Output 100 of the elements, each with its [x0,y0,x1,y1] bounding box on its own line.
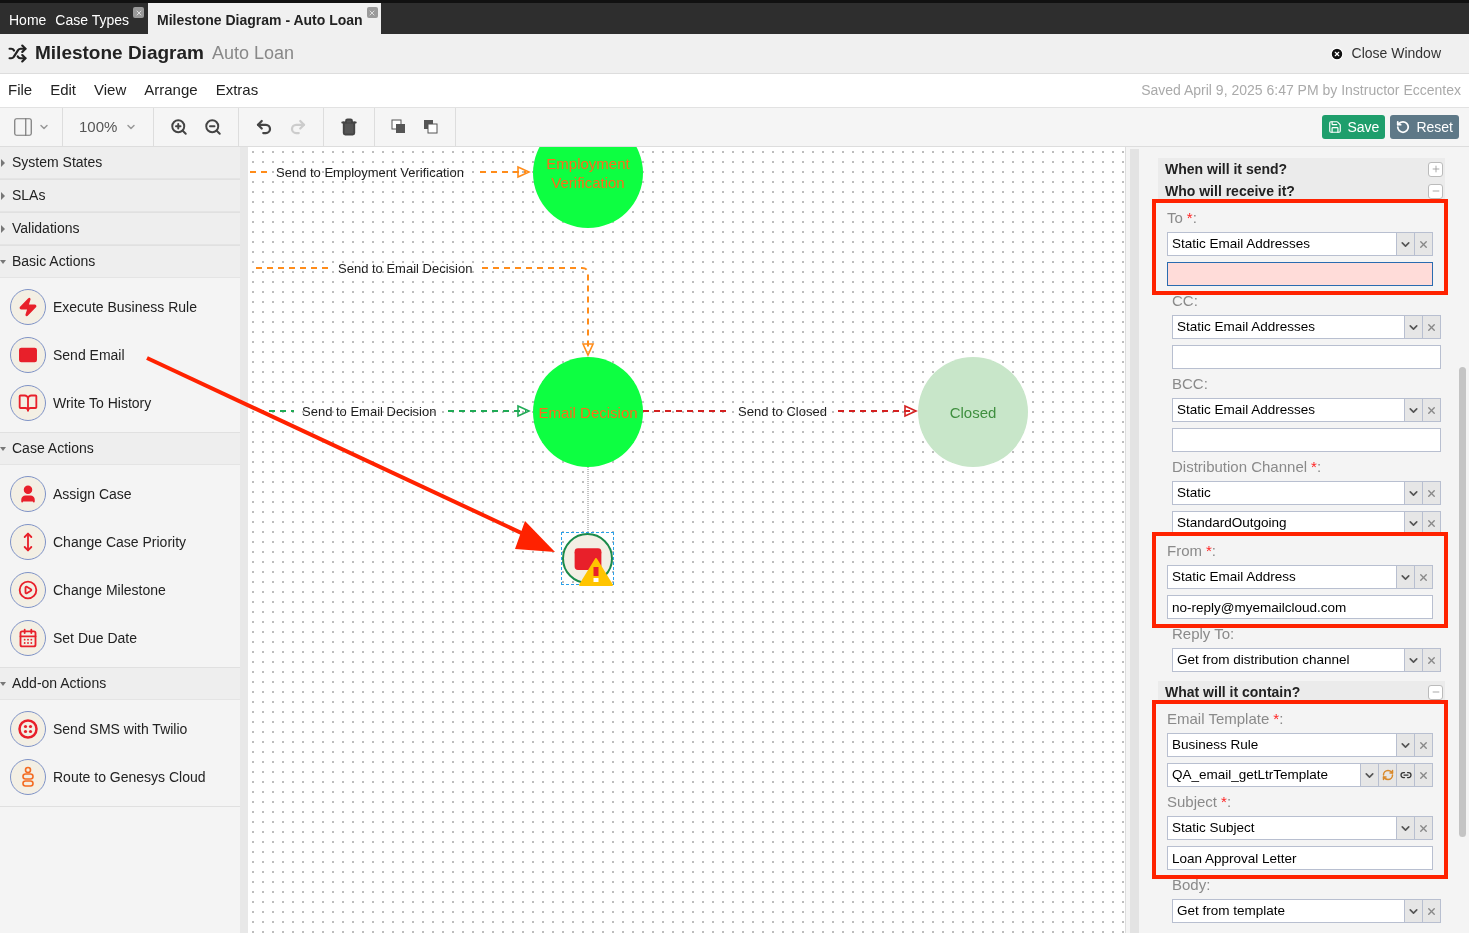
edge-label: Send to Email Decision [301,403,438,419]
email-action-node[interactable] [561,532,614,585]
sidebar-section-header[interactable]: System States [0,147,240,179]
action-item[interactable]: Send SMS with Twilio [10,711,240,747]
link-icon[interactable] [1396,764,1414,786]
dropdown-field[interactable]: StandardOutgoing [1172,511,1441,535]
text-field[interactable]: Loan Approval Letter [1167,846,1433,870]
connector-arrow[interactable] [479,165,531,179]
action-item[interactable]: Route to Genesys Cloud [10,759,240,795]
connector-arrow[interactable] [837,404,918,418]
menu-item[interactable]: Extras [215,79,259,102]
field-label: Reply To: [1172,625,1236,642]
tab[interactable]: Home [4,3,50,34]
caret-icon [0,224,6,233]
action-item[interactable]: Assign Case [10,476,240,512]
menu-item[interactable]: View [94,79,127,102]
dropdown-field[interactable]: QA_email_getLtrTemplate [1167,763,1433,787]
zoom-in-icon[interactable] [170,118,189,136]
clear-icon[interactable] [1414,734,1432,756]
chevron-icon[interactable] [1404,900,1422,922]
action-item[interactable]: Change Milestone [10,572,240,608]
sidebar-section-header[interactable]: Case Actions [0,433,240,465]
expand-icon[interactable] [1428,161,1443,177]
caret-icon [0,679,6,688]
dropdown-field[interactable]: Static Subject [1167,816,1433,840]
text-field[interactable]: no-reply@myemailcloud.com [1167,595,1433,619]
zoom-dropdown[interactable]: 100% [63,108,155,146]
send-to-back-icon[interactable] [423,119,440,135]
edge-label: Send to Email Decision [337,260,474,276]
caret-icon [0,257,6,266]
genesys-icon [10,759,46,795]
save-icon [1327,120,1342,134]
chevron-icon[interactable] [1404,512,1422,534]
dropdown-field[interactable]: Static Email Address [1167,565,1433,589]
clear-icon[interactable] [1414,817,1432,839]
menu-item[interactable]: Edit [50,79,77,102]
action-item[interactable]: Write To History [10,385,240,421]
person-icon [10,476,46,512]
play-icon [10,572,46,608]
chevron-icon[interactable] [1404,649,1422,671]
chevron-icon[interactable] [1396,566,1414,588]
sidebar-section-header[interactable]: Validations [0,213,240,245]
section-header[interactable]: Who will receive it? [1158,180,1445,202]
clear-icon[interactable] [1422,512,1440,534]
dropdown-field[interactable]: Static Email Addresses [1167,232,1433,256]
close-icon[interactable] [133,7,145,18]
section-header[interactable]: When will it send? [1158,158,1445,180]
clear-icon[interactable] [1422,399,1440,421]
collapse-icon[interactable] [1428,183,1443,199]
text-field[interactable] [1172,428,1441,452]
chevron-icon[interactable] [1404,399,1422,421]
sidebar-section-header[interactable]: Basic Actions [0,246,240,278]
scrollbar[interactable] [1459,367,1466,837]
panel-layout-icon[interactable] [12,116,34,138]
dropdown-field[interactable]: Business Rule [1167,733,1433,757]
chevron-icon[interactable] [1404,482,1422,504]
action-item[interactable]: Set Due Date [10,620,240,656]
dropdown-field[interactable]: Get from template [1172,899,1441,923]
chevron-icon[interactable] [1396,817,1414,839]
tab[interactable]: Case Types [50,3,148,34]
connector-arrow[interactable] [481,267,595,357]
action-item[interactable]: Send Email [10,337,240,373]
close-window-button[interactable]: Close Window [1329,43,1441,64]
clear-icon[interactable] [1422,900,1440,922]
chevron-icon[interactable] [1404,316,1422,338]
chevron-icon[interactable] [1396,734,1414,756]
clear-icon[interactable] [1422,482,1440,504]
dropdown-field[interactable]: Static Email Addresses [1172,398,1441,422]
sidebar-section-header[interactable]: SLAs [0,180,240,212]
tab[interactable]: Milestone Diagram - Auto Loan [148,3,381,34]
caret-icon [0,444,6,453]
delete-icon[interactable] [340,118,359,136]
dropdown-field[interactable]: Get from distribution channel [1172,648,1441,672]
chevron-icon[interactable] [1360,764,1378,786]
connector-arrow[interactable] [447,404,531,418]
zoom-out-icon[interactable] [204,118,223,136]
action-item[interactable]: Change Case Priority [10,524,240,560]
window-subtitle: Auto Loan [211,42,294,65]
section-header[interactable]: What will it contain? [1158,681,1445,703]
text-field[interactable] [1172,345,1441,369]
dropdown-field[interactable]: Static [1172,481,1441,505]
clear-icon[interactable] [1414,233,1432,255]
undo-icon[interactable] [255,118,274,136]
reset-button[interactable]: Reset [1390,115,1459,139]
collapse-icon[interactable] [1428,684,1443,700]
reset-icon [1396,120,1411,134]
connector-line[interactable] [249,171,269,173]
menu-item[interactable]: Arrange [144,79,198,102]
dropdown-field[interactable]: Static Email Addresses [1172,315,1441,339]
text-field[interactable] [1167,262,1433,286]
clear-icon[interactable] [1422,649,1440,671]
dropdown-value: StandardOutgoing [1176,514,1288,532]
bring-to-front-icon[interactable] [391,119,408,135]
clear-icon[interactable] [1414,566,1432,588]
chevron-icon[interactable] [1396,233,1414,255]
action-item[interactable]: Execute Business Rule [10,289,240,325]
menu-item[interactable]: File [8,79,33,102]
sidebar-section-header[interactable]: Add-on Actions [0,668,240,700]
clear-icon[interactable] [1422,316,1440,338]
connector-line[interactable] [255,267,331,269]
